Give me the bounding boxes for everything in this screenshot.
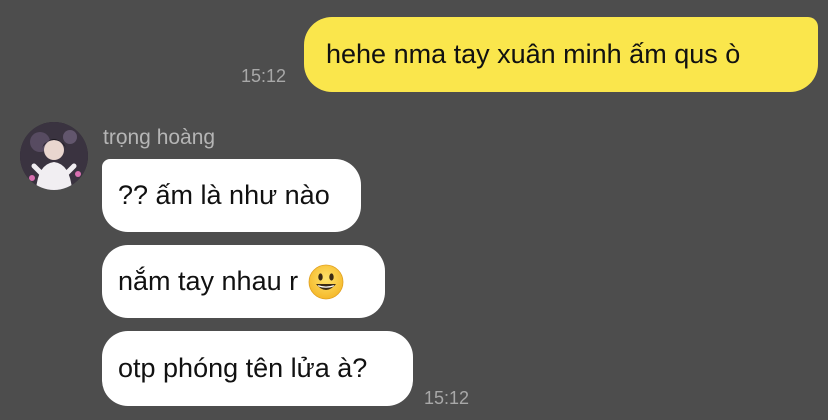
incoming-message-text: otp phóng tên lửa à? — [118, 353, 368, 383]
incoming-message-text: nắm tay nhau r — [118, 266, 299, 296]
incoming-timestamp: 15:12 — [424, 388, 470, 408]
avatar-photo — [20, 122, 88, 190]
sender-name: trọng hoàng — [103, 126, 216, 149]
smiling-face-emoji-icon — [308, 264, 344, 299]
incoming-message-bubble[interactable]: ?? ấm là như nào — [102, 159, 361, 232]
incoming-message-bubble[interactable]: nắm tay nhau r — [102, 245, 385, 318]
incoming-message-bubble[interactable]: otp phóng tên lửa à? — [102, 331, 413, 406]
incoming-message-text: ?? ấm là như nào — [118, 180, 330, 210]
outgoing-message-text: hehe nma tay xuân minh ấm qus ò — [326, 39, 741, 69]
outgoing-timestamp: 15:12 — [241, 66, 287, 86]
outgoing-message-bubble[interactable]: hehe nma tay xuân minh ấm qus ò — [304, 17, 818, 92]
avatar[interactable] — [20, 122, 88, 190]
